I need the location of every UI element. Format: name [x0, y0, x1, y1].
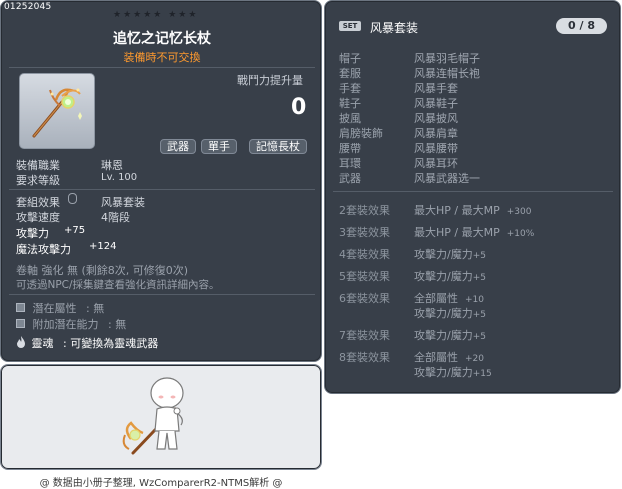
potential-value: : 無 [86, 302, 105, 315]
item-icon-frame [19, 73, 95, 149]
set-badge: SET [339, 21, 361, 31]
set-effect-8-stat-2: 攻擊力/魔力+15 [414, 366, 492, 379]
attack-speed-value: 4階段 [101, 211, 130, 224]
star-force-stars: ★★★★★ ★★★ [113, 10, 199, 20]
set-tooltip: SET 风暴套装 0 / 8 帽子 风暴羽毛帽子 套服 风暴连帽长袍 手套 风暴… [324, 0, 621, 394]
bonus-potential-icon [16, 319, 25, 328]
set-effect-5-label: 5套裝效果 [339, 270, 390, 283]
scroll-enhance-line: 卷軸 強化 無 (剩餘8次, 可修復0次) [16, 264, 189, 277]
potential-label: 潛在屬性 [32, 302, 77, 315]
bonus-potential-label: 附加潛在能力 [32, 318, 99, 331]
set-effect-label: 套組效果 [16, 196, 60, 209]
set-part-name: 风暴披风 [414, 112, 458, 125]
set-effect-4-stat: 攻擊力/魔力+5 [414, 248, 486, 261]
divider [9, 189, 315, 190]
memory-staff-icon [32, 88, 82, 138]
divider [9, 67, 315, 68]
set-part-name: 风暴手套 [414, 82, 458, 95]
set-effect-5-stat: 攻擊力/魔力+5 [414, 270, 486, 283]
soul-row: 靈魂 : 可變換為靈魂武器 [16, 335, 158, 351]
set-effect-3-label: 3套裝效果 [339, 226, 390, 239]
set-part-slot: 耳環 [339, 157, 361, 170]
soul-label: 靈魂 [31, 337, 54, 350]
set-effect-3-stat: 最大HP / 最大MP +10% [414, 226, 535, 239]
set-effect-6-label: 6套裝效果 [339, 292, 390, 305]
attack-value: +75 [64, 225, 86, 236]
combat-power-label: 戰鬥力提升量 [237, 74, 303, 87]
set-effect-7-label: 7套裝效果 [339, 329, 390, 342]
magic-attack-value: +124 [89, 241, 117, 252]
divider [9, 294, 315, 295]
set-effect-8-stat-1: 全部屬性 +20 [414, 351, 484, 364]
set-effect-2-label: 2套裝效果 [339, 204, 390, 217]
enhance-info-note: 可透過NPC/採集鍵查看強化資訊詳細內容。 [16, 279, 220, 291]
set-part-name: 风暴鞋子 [414, 97, 458, 110]
tag-memory-staff: 記憶長杖 [249, 139, 307, 154]
set-part-name: 风暴肩章 [414, 127, 458, 140]
attack-speed-label: 攻擊速度 [16, 211, 60, 224]
item-id: 01252045 [4, 2, 52, 12]
set-part-name: 风暴腰带 [414, 142, 458, 155]
set-effect-8-label: 8套裝效果 [339, 351, 390, 364]
set-effect-6-stat-1: 全部屬性 +10 [414, 292, 484, 305]
item-title: 追忆之记忆长杖 [113, 31, 211, 47]
combat-power-value: 0 [291, 95, 307, 120]
set-part-slot: 武器 [339, 172, 361, 185]
level-value: Lv. 100 [101, 172, 138, 183]
tag-weapon: 武器 [160, 139, 196, 154]
untradable-notice: 装備時不可交換 [123, 51, 201, 64]
set-part-slot: 披風 [339, 112, 361, 125]
set-effect-value: 风暴套装 [101, 196, 145, 209]
set-name: 风暴套装 [370, 21, 419, 35]
set-effect-2-stat: 最大HP / 最大MP +300 [414, 204, 532, 217]
set-part-slot: 肩膀裝飾 [339, 127, 383, 140]
set-part-slot: 套服 [339, 67, 361, 80]
job-value: 琳恩 [101, 159, 123, 172]
set-effect-4-label: 4套裝效果 [339, 248, 390, 261]
set-effect-7-stat: 攻擊力/魔力+5 [414, 329, 486, 342]
mouse-icon [68, 193, 77, 204]
set-part-name: 风暴武器选一 [414, 172, 480, 185]
bonus-potential-value: : 無 [108, 318, 127, 331]
footer-credit: @ 数据由小册子整理, WzComparerR2-NTMS解析 @ [39, 478, 283, 489]
job-label: 裝備職業 [16, 159, 60, 172]
divider [333, 191, 613, 192]
bonus-potential-row: 附加潛在能力 : 無 [16, 316, 126, 332]
set-part-name: 风暴连帽长袍 [414, 67, 480, 80]
soul-value: : 可變換為靈魂武器 [63, 337, 159, 350]
character-avatar-icon [122, 377, 184, 455]
tag-one-handed: 單手 [201, 139, 237, 154]
set-part-slot: 帽子 [339, 52, 361, 65]
magic-attack-label: 魔法攻擊力 [16, 243, 71, 256]
attack-label: 攻擊力 [16, 227, 49, 240]
item-tooltip: 01252045 ★★★★★ ★★★ 追忆之记忆长杖 装備時不可交換 戰鬥力提升… [0, 0, 322, 362]
level-label: 要求等級 [16, 174, 60, 187]
set-part-name: 风暴羽毛帽子 [414, 52, 480, 65]
set-part-slot: 腰帶 [339, 142, 361, 155]
set-part-name: 风暴耳环 [414, 157, 458, 170]
character-preview [0, 364, 322, 470]
set-part-slot: 手套 [339, 82, 361, 95]
set-effect-6-stat-2: 攻擊力/魔力+5 [414, 307, 486, 320]
set-count-badge: 0 / 8 [556, 18, 607, 34]
set-part-slot: 鞋子 [339, 97, 361, 110]
potential-icon [16, 303, 25, 312]
flame-icon [17, 336, 25, 348]
potential-row: 潛在屬性 : 無 [16, 300, 104, 316]
